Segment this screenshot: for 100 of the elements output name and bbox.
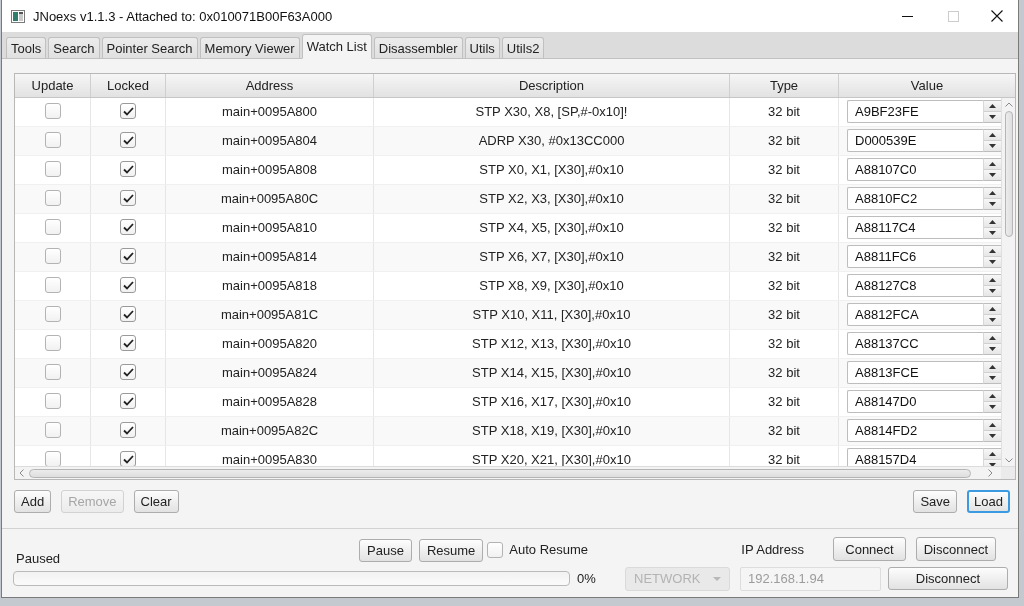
spin-up-button[interactable]: [984, 216, 1001, 227]
value-field[interactable]: A8814FD2: [847, 418, 983, 442]
checkbox[interactable]: [120, 219, 136, 235]
spin-down-button[interactable]: [984, 197, 1001, 209]
checkmark-icon: [122, 309, 134, 319]
spin-up-button[interactable]: [984, 158, 1001, 169]
checkbox[interactable]: [120, 335, 136, 351]
spin-up-button[interactable]: [984, 390, 1001, 401]
spin-up-button[interactable]: [984, 129, 1001, 140]
spin-down-button[interactable]: [984, 371, 1001, 383]
value-field[interactable]: A88127C8: [847, 273, 983, 297]
value-field[interactable]: A88137CC: [847, 331, 983, 355]
column-header[interactable]: Type: [730, 74, 839, 97]
spin-up-button[interactable]: [984, 332, 1001, 343]
tab[interactable]: Disassembler: [373, 37, 463, 59]
column-header[interactable]: Update: [15, 74, 91, 97]
checkbox[interactable]: [44, 306, 61, 322]
value-field[interactable]: A8811FC6: [847, 244, 983, 268]
spin-up-button[interactable]: [984, 187, 1001, 198]
spin-up-button[interactable]: [984, 419, 1001, 430]
spin-down-button[interactable]: [984, 168, 1001, 180]
spin-down-button[interactable]: [984, 342, 1001, 354]
checkbox[interactable]: [44, 161, 61, 177]
checkbox[interactable]: [44, 248, 61, 264]
vertical-scrollbar[interactable]: [1001, 98, 1015, 466]
checkbox[interactable]: [120, 306, 136, 322]
checkbox[interactable]: [120, 364, 136, 380]
spin-down-button[interactable]: [984, 429, 1001, 441]
description-cell: STP X10, X11, [X30],#0x10: [374, 301, 730, 329]
checkbox[interactable]: [120, 190, 136, 206]
checkbox[interactable]: [120, 248, 136, 264]
tab[interactable]: Memory Viewer: [199, 37, 300, 59]
value-field[interactable]: A8810FC2: [847, 186, 983, 210]
tab[interactable]: Pointer Search: [101, 37, 198, 59]
checkbox[interactable]: [120, 132, 136, 148]
spin-up-button[interactable]: [984, 245, 1001, 256]
tab[interactable]: Utils: [464, 37, 500, 59]
down-triangle-icon: [989, 201, 996, 206]
spin-down-button[interactable]: [984, 139, 1001, 151]
checkbox[interactable]: [120, 161, 136, 177]
playback-button[interactable]: Pause: [359, 539, 412, 562]
value-field[interactable]: A8812FCA: [847, 302, 983, 326]
file-button[interactable]: Save: [913, 490, 958, 513]
spin-down-button[interactable]: [984, 284, 1001, 296]
tab[interactable]: Search: [48, 37, 100, 59]
spin-up-button[interactable]: [984, 448, 1001, 459]
checkbox[interactable]: [120, 393, 136, 409]
checkbox[interactable]: [120, 451, 136, 466]
spin-up-button[interactable]: [984, 303, 1001, 314]
column-header[interactable]: Locked: [91, 74, 166, 97]
checkbox[interactable]: [487, 542, 504, 558]
type-cell: 32 bit: [730, 185, 839, 213]
checkbox[interactable]: [44, 190, 61, 206]
tab[interactable]: Utils2: [501, 37, 545, 59]
checkbox[interactable]: [44, 335, 61, 351]
column-header[interactable]: Address: [166, 74, 374, 97]
value-field[interactable]: A88157D4: [847, 447, 983, 466]
playback-button[interactable]: Resume: [418, 539, 484, 562]
checkbox[interactable]: [44, 132, 61, 148]
checkbox[interactable]: [44, 422, 61, 438]
checkbox[interactable]: [44, 103, 61, 119]
value-field[interactable]: A9BF23FE: [847, 99, 983, 123]
spin-up-button[interactable]: [984, 274, 1001, 285]
column-header[interactable]: Value: [839, 74, 1015, 97]
tab[interactable]: Tools: [6, 37, 47, 59]
address-cell: main+0095A82C: [166, 417, 374, 445]
value-field[interactable]: A88147D0: [847, 389, 983, 413]
address-cell: main+0095A814: [166, 243, 374, 271]
checkbox[interactable]: [44, 451, 61, 466]
tab[interactable]: Watch List: [301, 34, 372, 59]
checkbox[interactable]: [120, 277, 136, 293]
spin-down-button[interactable]: [984, 255, 1001, 267]
spin-up-button[interactable]: [984, 361, 1001, 372]
connection-button[interactable]: Disconnect: [915, 537, 996, 561]
value-field[interactable]: D000539E: [847, 128, 983, 152]
address-cell: main+0095A800: [166, 98, 374, 126]
checkbox[interactable]: [44, 393, 61, 409]
value-field[interactable]: A88107C0: [847, 157, 983, 181]
scrollbar-thumb[interactable]: [1004, 111, 1013, 237]
file-button[interactable]: Load: [967, 490, 1010, 513]
connection-button[interactable]: Connect: [833, 537, 906, 561]
value-field[interactable]: A8813FCE: [847, 360, 983, 384]
checkbox[interactable]: [44, 277, 61, 293]
spin-down-button[interactable]: [984, 400, 1001, 412]
disconnect-button[interactable]: Disconnect: [888, 567, 1008, 590]
spin-down-button[interactable]: [984, 110, 1001, 122]
checkbox[interactable]: [44, 364, 61, 380]
spin-up-button[interactable]: [984, 100, 1001, 111]
column-header[interactable]: Description: [374, 74, 730, 97]
horizontal-scrollbar[interactable]: [15, 467, 1001, 479]
scrollbar-thumb[interactable]: [29, 468, 971, 478]
checkbox[interactable]: [44, 219, 61, 235]
value-field[interactable]: A88117C4: [847, 215, 983, 239]
checkbox[interactable]: [120, 103, 136, 119]
down-triangle-icon: [989, 230, 996, 235]
spin-down-button[interactable]: [984, 313, 1001, 325]
action-button[interactable]: Add: [14, 490, 52, 513]
spin-down-button[interactable]: [984, 226, 1001, 238]
checkbox[interactable]: [120, 422, 136, 438]
action-button[interactable]: Clear: [133, 490, 179, 513]
